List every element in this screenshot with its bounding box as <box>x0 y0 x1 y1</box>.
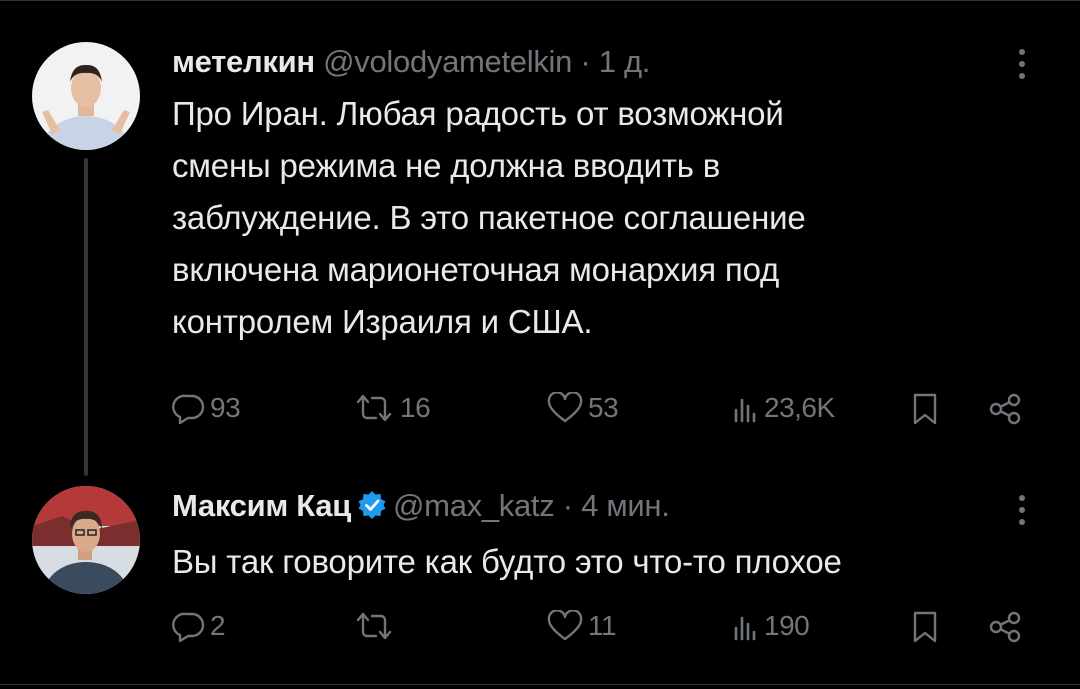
text-line: смены режима не должна вводить в <box>172 147 721 184</box>
more-icon[interactable] <box>1010 490 1034 530</box>
reply-icon <box>172 610 206 642</box>
views-icon <box>732 392 760 424</box>
verified-badge-icon <box>357 490 387 528</box>
author-handle[interactable]: @max_katz <box>393 488 555 523</box>
tweet-header: метелкин @volodyametelkin · 1 д. <box>172 44 650 80</box>
retweet-count: 16 <box>400 392 431 423</box>
bookmark-icon[interactable] <box>910 392 940 426</box>
author-name[interactable]: метелкин <box>172 44 315 79</box>
author-handle[interactable]: @volodyametelkin <box>323 44 572 79</box>
action-bar: 93 16 53 23,6K <box>0 384 1080 434</box>
like-button[interactable]: 53 <box>546 392 619 424</box>
retweet-button[interactable] <box>352 610 400 642</box>
timestamp[interactable]: 1 д. <box>599 44 651 79</box>
avatar[interactable] <box>32 486 140 594</box>
share-icon[interactable] <box>988 392 1022 426</box>
like-icon <box>546 392 584 424</box>
tweet-text: Вы так говорите как будто это что-то пло… <box>172 536 1032 588</box>
text-line: Вы так говорите как будто это что-то пло… <box>172 543 842 580</box>
separator: · <box>562 488 573 523</box>
bookmark-icon[interactable] <box>910 610 940 644</box>
tweet-header: Максим Кац @max_katz · 4 мин. <box>172 488 670 528</box>
action-bar: 2 11 190 <box>0 602 1080 652</box>
retweet-icon <box>352 610 396 642</box>
like-icon <box>546 610 584 642</box>
reply-button[interactable]: 93 <box>172 392 241 424</box>
reply-button[interactable]: 2 <box>172 610 226 642</box>
reply-icon <box>172 392 206 424</box>
avatar[interactable] <box>32 42 140 150</box>
text-line: Про Иран. Любая радость от возможной <box>172 95 784 132</box>
more-icon[interactable] <box>1010 44 1034 84</box>
top-divider <box>0 0 1080 1</box>
like-count: 11 <box>588 610 617 641</box>
text-line: заблуждение. В это пакетное соглашение <box>172 199 806 236</box>
like-button[interactable]: 11 <box>546 610 617 642</box>
retweet-button[interactable]: 16 <box>352 392 431 424</box>
views-button[interactable]: 190 <box>732 610 810 642</box>
retweet-icon <box>352 392 396 424</box>
views-icon <box>732 610 760 642</box>
timestamp[interactable]: 4 мин. <box>581 488 670 523</box>
author-name[interactable]: Максим Кац <box>172 488 351 523</box>
views-button[interactable]: 23,6K <box>732 392 835 424</box>
views-count: 23,6K <box>764 392 835 423</box>
text-line: контролем Израиля и США. <box>172 303 593 340</box>
share-icon[interactable] <box>988 610 1022 644</box>
views-count: 190 <box>764 610 810 641</box>
reply-count: 93 <box>210 392 241 423</box>
text-line: включена марионеточная монархия под <box>172 251 780 288</box>
separator: · <box>580 44 591 79</box>
reply-count: 2 <box>210 610 226 641</box>
like-count: 53 <box>588 392 619 423</box>
bottom-divider <box>0 684 1080 685</box>
tweet-text: Про Иран. Любая радость от возможной сме… <box>172 88 1032 348</box>
